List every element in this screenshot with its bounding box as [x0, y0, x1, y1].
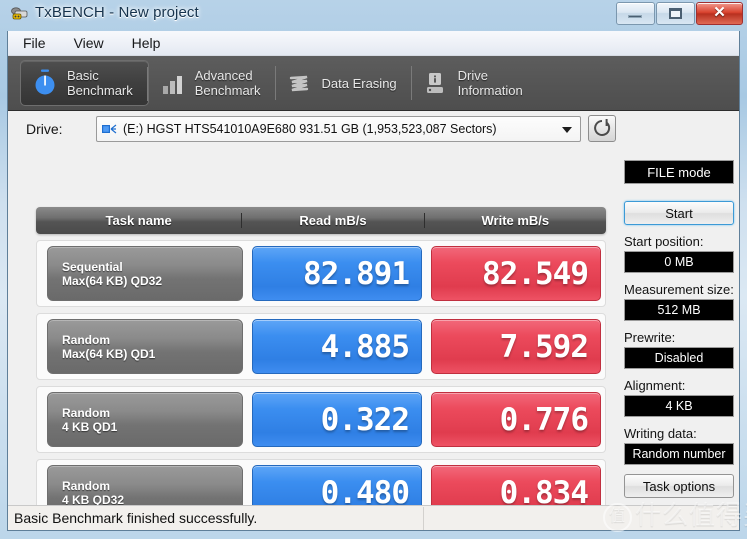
task-name-line1: Random — [62, 405, 110, 420]
write-value-cell: 82.549 — [431, 246, 601, 301]
task-name-cell[interactable]: Sequential Max(64 KB) QD32 — [47, 246, 243, 301]
window-controls: ✕ — [615, 2, 743, 25]
measurement-size-label: Measurement size: — [624, 282, 734, 297]
tab-strip: Basic Benchmark Advanced Benchmark Data … — [8, 56, 739, 111]
drive-row: Drive: (E:) HGST HTS541010A9E680 931.51 … — [8, 110, 739, 150]
stopwatch-icon — [32, 68, 58, 98]
title-bar: TxBENCH - New project ✕ — [0, 0, 747, 28]
tab-advanced-benchmark-label: Advanced Benchmark — [194, 68, 261, 98]
bar-chart-icon — [160, 68, 186, 98]
menu-view[interactable]: View — [71, 33, 107, 53]
mode-display[interactable]: FILE mode — [624, 160, 734, 184]
write-value-cell: 7.592 — [431, 319, 601, 374]
table-row: Sequential Max(64 KB) QD32 82.891 82.549 — [36, 240, 606, 307]
settings-sidebar: FILE mode Start Start position: 0 MB Mea… — [624, 156, 734, 530]
status-extra — [424, 507, 739, 530]
read-value-cell: 4.885 — [252, 319, 422, 374]
task-options-button[interactable]: Task options — [624, 474, 734, 498]
drive-label: Drive: — [26, 121, 63, 137]
drive-info-icon — [423, 68, 449, 98]
column-header-write: Write mB/s — [423, 213, 606, 228]
status-message: Basic Benchmark finished successfully. — [8, 506, 424, 530]
status-bar: Basic Benchmark finished successfully. — [8, 505, 739, 530]
maximize-icon — [669, 8, 682, 19]
write-value-cell: 0.776 — [431, 392, 601, 447]
column-header-task-name: Task name — [105, 213, 172, 228]
writing-data-value[interactable]: Random number — [624, 443, 734, 465]
task-name-cell[interactable]: Random 4 KB QD1 — [47, 392, 243, 447]
alignment-label: Alignment: — [624, 378, 686, 393]
refresh-button[interactable] — [588, 115, 616, 142]
read-value-cell: 0.322 — [252, 392, 422, 447]
menu-help[interactable]: Help — [129, 33, 164, 53]
task-name-line2: 4 KB QD1 — [62, 419, 118, 434]
writing-data-label: Writing data: — [624, 426, 697, 441]
drive-select[interactable]: (E:) HGST HTS541010A9E680 931.51 GB (1,9… — [96, 116, 581, 142]
tab-advanced-benchmark[interactable]: Advanced Benchmark — [149, 60, 276, 106]
task-name-line2: Max(64 KB) QD1 — [62, 346, 156, 361]
maximize-button[interactable] — [656, 2, 695, 25]
minimize-button[interactable] — [616, 2, 655, 25]
minimize-icon — [628, 15, 642, 18]
column-header-read: Read mB/s — [241, 213, 423, 228]
close-button[interactable]: ✕ — [696, 2, 743, 25]
menu-bar: File View Help — [8, 31, 739, 56]
start-position-value[interactable]: 0 MB — [624, 251, 734, 273]
app-icon — [11, 6, 29, 22]
tab-basic-benchmark-label: Basic Benchmark — [67, 68, 133, 98]
tab-drive-information-label: Drive Information — [457, 68, 523, 98]
menu-file[interactable]: File — [20, 33, 49, 53]
drive-selected-text: (E:) HGST HTS541010A9E680 931.51 GB (1,9… — [123, 122, 497, 136]
measurement-size-value[interactable]: 512 MB — [624, 299, 734, 321]
task-name-line1: Random — [62, 478, 110, 493]
task-name-cell[interactable]: Random Max(64 KB) QD1 — [47, 319, 243, 374]
start-button[interactable]: Start — [624, 201, 734, 225]
tab-separator — [146, 67, 148, 101]
tab-data-erasing[interactable]: Data Erasing — [276, 60, 412, 106]
table-header-row: Task name Read mB/s Write mB/s — [36, 207, 606, 234]
tab-basic-benchmark[interactable]: Basic Benchmark — [20, 60, 149, 106]
client-area: File View Help Basic Benchmark Advanced … — [7, 31, 740, 531]
task-name-line1: Random — [62, 332, 110, 347]
tab-list: Basic Benchmark Advanced Benchmark Data … — [20, 60, 538, 106]
refresh-icon — [594, 119, 611, 136]
table-row: Random 4 KB QD1 0.322 0.776 — [36, 386, 606, 453]
tab-drive-information[interactable]: Drive Information — [412, 60, 538, 106]
alignment-value[interactable]: 4 KB — [624, 395, 734, 417]
eraser-wave-icon — [287, 68, 313, 98]
tab-data-erasing-label: Data Erasing — [321, 75, 397, 91]
task-name-line2: Max(64 KB) QD32 — [62, 273, 163, 288]
benchmark-table: Task name Read mB/s Write mB/s Sequentia… — [36, 207, 606, 526]
close-icon: ✕ — [713, 4, 726, 21]
disk-drive-icon — [102, 123, 117, 136]
window-title: TxBENCH - New project — [35, 4, 199, 21]
prewrite-label: Prewrite: — [624, 330, 676, 345]
chevron-down-icon[interactable] — [562, 127, 572, 133]
app-window: TxBENCH - New project ✕ File View Help B… — [0, 0, 747, 539]
start-position-label: Start position: — [624, 234, 704, 249]
read-value-cell: 82.891 — [252, 246, 422, 301]
task-name-line1: Sequential — [62, 259, 123, 274]
prewrite-value[interactable]: Disabled — [624, 347, 734, 369]
table-row: Random Max(64 KB) QD1 4.885 7.592 — [36, 313, 606, 380]
